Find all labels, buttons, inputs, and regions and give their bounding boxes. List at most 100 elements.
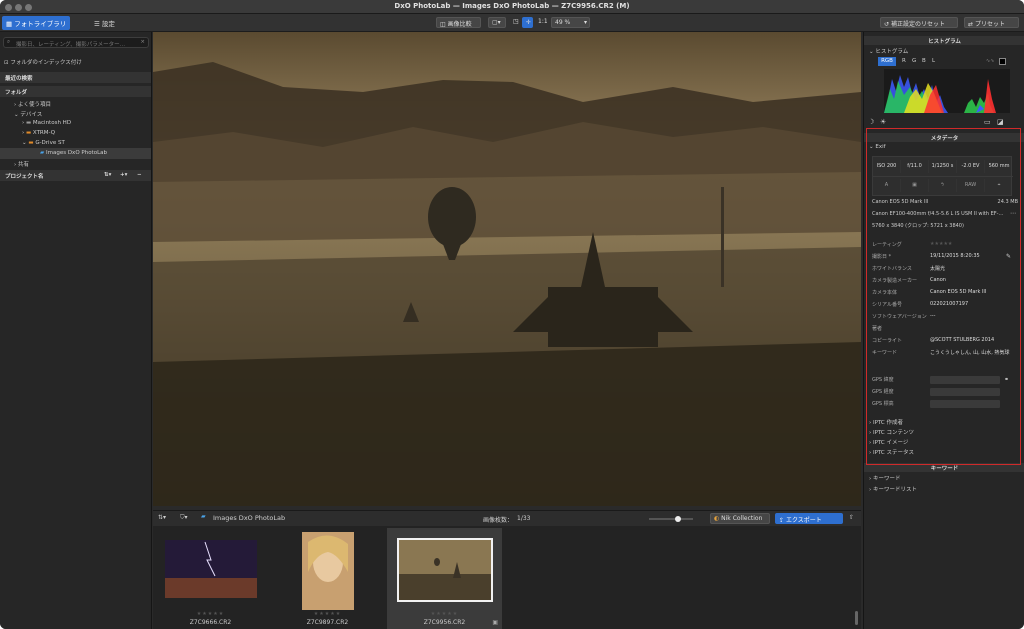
iptc-status-toggle[interactable]: › IPTC ステータス bbox=[869, 448, 1019, 458]
histogram-header[interactable]: ヒストグラム bbox=[864, 36, 1024, 45]
thumbnail-rating[interactable]: ★★★★★ bbox=[387, 611, 502, 617]
gamut-icon[interactable]: ◪ bbox=[997, 118, 1004, 126]
metadata-field[interactable]: コピーライト @SCOTT STULBERG 2014 bbox=[872, 337, 1022, 347]
thumbnail-name: Z7C9956.CR2 bbox=[423, 619, 466, 626]
exif-focal-length: 560 mm bbox=[988, 163, 1010, 169]
tab-customize[interactable]: ☰ 設定 bbox=[90, 16, 119, 30]
more-icon[interactable]: ⋯ bbox=[1010, 210, 1016, 217]
reset-corrections-button[interactable]: ↺ 補正設定のリセット bbox=[880, 17, 958, 28]
sort-icon[interactable]: ⇅▾ bbox=[158, 514, 166, 521]
zoom-100-button[interactable]: 1:1 bbox=[535, 17, 547, 28]
display-mode-dropdown[interactable]: ▢▾ bbox=[488, 17, 506, 28]
metadata-field[interactable]: 撮影日 * 19/11/2015 8:20:35 bbox=[872, 253, 1022, 263]
link-icon[interactable]: ⚭ bbox=[1004, 376, 1009, 383]
thumbnail-image bbox=[302, 532, 354, 610]
compare-button[interactable]: ◫ 画像比較 bbox=[436, 17, 481, 28]
share-icon[interactable]: ⇧ bbox=[849, 514, 854, 521]
filter-icon[interactable]: ⛉▾ bbox=[180, 514, 188, 522]
channel-l[interactable]: L bbox=[932, 58, 935, 64]
right-panel: ヒストグラム ⌄ ヒストグラム RGB R G B L ∿∿ ☽ ☀ ▭ ◪ メ… bbox=[863, 32, 1024, 629]
crop-icon: ◳ bbox=[513, 18, 519, 25]
exif-divider bbox=[873, 176, 1013, 177]
remove-project-icon[interactable]: − bbox=[137, 172, 142, 178]
window-title: DxO PhotoLab — Images DxO PhotoLab — Z7C… bbox=[394, 2, 630, 10]
preset-button[interactable]: ⇄ プリセット bbox=[964, 17, 1019, 28]
thumbnail-rating[interactable]: ★★★★★ bbox=[153, 611, 268, 617]
iptc-image-toggle[interactable]: › IPTC イメージ bbox=[869, 438, 1019, 448]
fit-to-screen-button[interactable]: ✛ bbox=[522, 17, 533, 28]
display-icon: ▢▾ bbox=[492, 19, 501, 26]
histogram-section-toggle[interactable]: ⌄ ヒストグラム bbox=[869, 47, 1019, 57]
exif-ev: -2.0 EV bbox=[957, 160, 985, 173]
keyword-toggle[interactable]: › キーワード bbox=[869, 474, 1019, 484]
sort-icon[interactable]: ⇅▾ bbox=[104, 172, 111, 178]
channel-g[interactable]: G bbox=[912, 58, 916, 64]
metadata-field[interactable]: カメラ製造メーカー Canon bbox=[872, 277, 1022, 287]
folders-header[interactable]: フォルダ bbox=[0, 86, 151, 97]
iptc-content-toggle[interactable]: › IPTC コンテンツ bbox=[869, 428, 1019, 438]
exif-section-toggle[interactable]: ⌄ Exif bbox=[869, 144, 1019, 154]
preset-icon: ⇄ bbox=[968, 21, 975, 28]
recent-searches-header[interactable]: 最近の検索 bbox=[0, 72, 151, 83]
thumbnail-image bbox=[165, 540, 257, 598]
sliders-icon: ☰ bbox=[94, 20, 102, 28]
export-button[interactable]: ⇪ エクスポート bbox=[775, 513, 843, 524]
highlight-clipping-icon[interactable]: ☀ bbox=[880, 118, 886, 126]
channel-rgb[interactable]: RGB bbox=[878, 57, 896, 66]
compare-icon: ◫ bbox=[440, 21, 448, 28]
metadata-field[interactable]: ソフトウェアバージョン --- bbox=[872, 313, 1022, 323]
title-bar: DxO PhotoLab — Images DxO PhotoLab — Z7C… bbox=[0, 0, 1024, 14]
exif-mode: A bbox=[873, 179, 901, 192]
channel-b[interactable]: B bbox=[922, 58, 926, 64]
edit-date-icon[interactable]: ✎ bbox=[1006, 253, 1011, 260]
gps-altitude-field[interactable] bbox=[930, 400, 1000, 408]
search-input[interactable]: ⌕ 撮影日、レーティング、撮影パラメーター… × bbox=[3, 37, 149, 48]
filmstrip-scrollbar[interactable] bbox=[855, 611, 858, 625]
gps-longitude-field[interactable] bbox=[930, 388, 1000, 396]
drive-icon: ▬ bbox=[25, 130, 33, 136]
tab-photo-library[interactable]: ▦ フォトライブラリ bbox=[2, 16, 71, 30]
thumbnail-item-selected[interactable]: ★★★★★ Z7C9956.CR2 ▣ bbox=[387, 528, 502, 629]
exif-grid: ISO 200 f/11.0 1/1250 s -2.0 EV 560 mm A… bbox=[872, 156, 1013, 196]
iptc-creator-toggle[interactable]: › IPTC 作成者 bbox=[869, 418, 1019, 428]
keyword-list-toggle[interactable]: › キーワードリスト bbox=[869, 485, 1019, 495]
exif-shutter: 1/1250 s bbox=[929, 160, 957, 173]
metadata-header[interactable]: メタデータ bbox=[864, 133, 1024, 142]
metadata-field[interactable]: カメラ本体 Canon EOS 5D Mark III bbox=[872, 289, 1022, 299]
thumbnail-size-slider[interactable] bbox=[649, 516, 693, 522]
add-project-icon[interactable]: +▾ bbox=[120, 172, 127, 178]
metadata-field[interactable]: ホワイトバランス 太陽光 bbox=[872, 265, 1022, 275]
shadow-clipping-icon[interactable]: ☽ bbox=[868, 118, 874, 126]
index-folder-button[interactable]: ⊡ フォルダのインデックス付け bbox=[0, 56, 151, 67]
thumbnail-image bbox=[397, 538, 493, 602]
metadata-field[interactable]: 著者 bbox=[872, 325, 1022, 335]
camera-model-row: Canon EOS 5D Mark III 24.3 MB bbox=[872, 199, 1018, 205]
slider-knob[interactable] bbox=[675, 516, 682, 522]
file-size: 24.3 MB bbox=[997, 199, 1018, 205]
image-viewer[interactable] bbox=[153, 32, 861, 506]
location-icon: ⌖ bbox=[997, 182, 1001, 188]
thumbnail-name: Z7C9666.CR2 bbox=[189, 619, 232, 626]
nik-collection-button[interactable]: ◐ Nik Collection bbox=[710, 513, 770, 524]
metadata-field[interactable]: レーティング ★★★★★ bbox=[872, 241, 1022, 251]
folder-shared[interactable]: › 共有 bbox=[0, 158, 151, 169]
curve-icon[interactable]: ∿∿ bbox=[986, 58, 994, 64]
metadata-field[interactable]: キーワード こうくうしゃしん, 山, 山水, 熱気球 bbox=[872, 349, 1022, 359]
main-photo bbox=[153, 32, 861, 506]
gps-latitude-field[interactable] bbox=[930, 376, 1000, 384]
thumbnail-rating[interactable]: ★★★★★ bbox=[270, 611, 385, 617]
reset-icon: ↺ bbox=[884, 21, 891, 28]
crop-view-button[interactable]: ◳ bbox=[510, 17, 520, 28]
channel-r[interactable]: R bbox=[902, 58, 906, 64]
image-count: 1/33 bbox=[517, 515, 531, 522]
thumbnail-item[interactable]: ★★★★★ Z7C9666.CR2 bbox=[153, 528, 268, 629]
thumbnail-item[interactable]: ★★★★★ Z7C9897.CR2 bbox=[270, 528, 385, 629]
monitor-icon[interactable]: ▭ bbox=[984, 118, 991, 126]
metadata-field[interactable]: シリアル番号 022021007197 bbox=[872, 301, 1022, 311]
projects-header[interactable]: プロジェクト名 ⇅▾ +▾ − bbox=[0, 170, 151, 181]
keywords-header[interactable]: キーワード bbox=[864, 463, 1024, 472]
filmstrip-toolbar: ⇅▾ ⛉▾ ▰ Images DxO PhotoLab 画像枚数： 1/33 ◐… bbox=[153, 510, 861, 526]
clipping-icon[interactable] bbox=[999, 58, 1006, 65]
exif-iso: ISO 200 bbox=[873, 160, 901, 173]
zoom-select[interactable]: 49 % ▾ bbox=[551, 17, 590, 28]
